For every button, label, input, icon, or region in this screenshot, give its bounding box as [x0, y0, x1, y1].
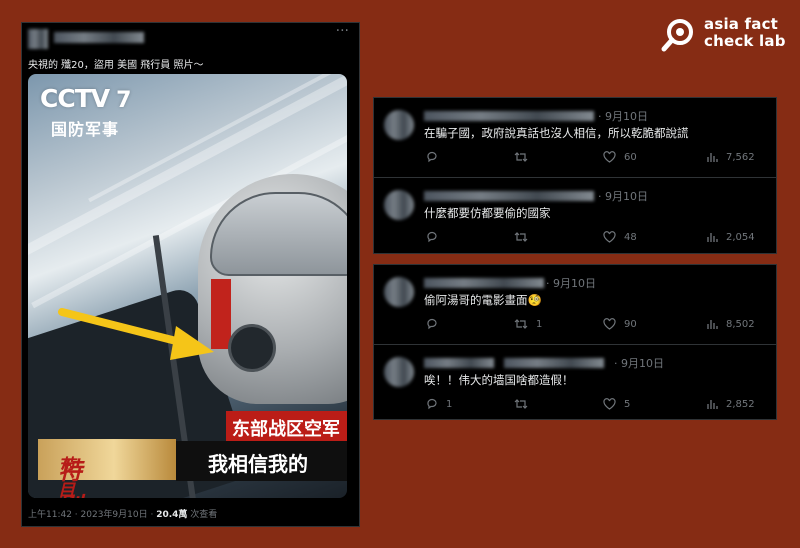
- tweet-text: 央視的 殲20，盜用 美國 飛行員 照片～: [28, 60, 204, 71]
- reply-date[interactable]: · 9月10日: [546, 275, 596, 291]
- like-button[interactable]: 5: [603, 398, 630, 410]
- more-options-icon[interactable]: ···: [336, 23, 349, 39]
- avatar[interactable]: [384, 110, 414, 140]
- username-blurred[interactable]: [424, 358, 494, 368]
- cctv-channel-name: 国防军事: [51, 120, 120, 139]
- tweet-media-image[interactable]: CCTV7 国防军事 东部战区空军 特别节目 我相信我的: [28, 74, 347, 498]
- reply-button[interactable]: [426, 231, 446, 243]
- reply-icon: [427, 151, 437, 163]
- username-blurred[interactable]: [424, 191, 594, 201]
- reply-text: 唉！！伟大的墙国啥都造假！: [424, 373, 574, 387]
- reply-date[interactable]: · 9月10日: [614, 355, 664, 371]
- views-chart-icon: [707, 233, 718, 242]
- heart-icon: [603, 151, 616, 163]
- views-button[interactable]: 7,562: [706, 151, 755, 163]
- reply-icon: [427, 318, 437, 330]
- heart-icon: [603, 231, 616, 243]
- brand-line-1: asia fact: [704, 15, 779, 33]
- heart-icon: [603, 398, 616, 410]
- caption-banner-bottom: 我相信我的: [176, 441, 347, 481]
- like-button[interactable]: 48: [603, 231, 637, 243]
- repost-icon: [514, 319, 528, 329]
- reply-actions: 60 7,562: [426, 151, 766, 165]
- views-chart-icon: [707, 320, 718, 329]
- reply-item: · 9月10日 偷阿湯哥的電影畫面🧐 1 90 8,502: [374, 265, 776, 343]
- views-chart-icon: [707, 153, 718, 162]
- reply-icon: [427, 231, 437, 243]
- views-button[interactable]: 2,054: [706, 231, 755, 243]
- like-button[interactable]: 90: [603, 318, 637, 330]
- caption-banner-top: 东部战区空军: [226, 411, 347, 441]
- view-count: 2,852: [726, 398, 755, 410]
- like-count: 60: [624, 151, 637, 163]
- username-blurred[interactable]: [424, 278, 544, 288]
- reply-item: · 9月10日 唉！！伟大的墙国啥都造假！ 1 5 2,852: [374, 345, 776, 423]
- avatar[interactable]: [384, 357, 414, 387]
- yellow-arrow-icon: [58, 308, 214, 360]
- special-program-banner: 特别节目: [38, 439, 176, 498]
- username-blurred[interactable]: [424, 111, 594, 121]
- reply-date[interactable]: · 9月10日: [598, 108, 648, 124]
- replies-panel-1: · 9月10日 在騙子國，政府說真話也沒人相信，所以乾脆都說謊 60 7,562…: [373, 97, 777, 254]
- reply-date[interactable]: · 9月10日: [598, 188, 648, 204]
- username-blurred[interactable]: [54, 32, 144, 43]
- reply-actions: 48 2,054: [426, 231, 766, 245]
- repost-icon: [514, 152, 528, 162]
- avatar[interactable]: [384, 277, 414, 307]
- views-chart-icon: [707, 400, 718, 409]
- reply-count: 1: [446, 398, 453, 410]
- cctv-logo: CCTV 7: [40, 84, 131, 113]
- views-button[interactable]: 8,502: [706, 318, 755, 330]
- emoji-monocle-icon: 🧐: [527, 293, 542, 307]
- avatar[interactable]: [28, 29, 48, 49]
- brand-line-2: check lab: [704, 32, 786, 50]
- tweet-card: ··· 央視的 殲20，盜用 美國 飛行員 照片～ CCTV 7 国防军事 东部战…: [21, 22, 360, 527]
- reply-item: · 9月10日 在騙子國，政府說真話也沒人相信，所以乾脆都說謊 60 7,562: [374, 98, 776, 176]
- heart-icon: [603, 318, 616, 330]
- tweet-meta: 上午11:42 · 2023年9月10日 · 20.4萬 次查看: [28, 510, 218, 520]
- asia-fact-check-lab-logo: asia fact check lab: [660, 16, 790, 56]
- reply-text: 偷阿湯哥的電影畫面🧐: [424, 293, 542, 307]
- repost-button[interactable]: 1: [514, 318, 542, 330]
- reply-button[interactable]: [426, 151, 446, 163]
- like-count: 90: [624, 318, 637, 330]
- reply-text: 什麼都要仿都要偷的國家: [424, 206, 551, 220]
- repost-button[interactable]: [514, 151, 528, 163]
- reply-actions: 1 90 8,502: [426, 318, 766, 332]
- reply-actions: 1 5 2,852: [426, 398, 766, 412]
- magnifier-logo-icon: [661, 19, 693, 52]
- repost-icon: [514, 399, 528, 409]
- views-button[interactable]: 2,852: [706, 398, 755, 410]
- username-handle-blurred: [504, 358, 604, 368]
- replies-panel-2: · 9月10日 偷阿湯哥的電影畫面🧐 1 90 8,502 · 9月10日 唉！…: [373, 264, 777, 420]
- view-count: 8,502: [726, 318, 755, 330]
- reply-item: · 9月10日 什麼都要仿都要偷的國家 48 2,054: [374, 178, 776, 256]
- like-count: 5: [624, 398, 631, 410]
- view-count: 7,562: [726, 151, 755, 163]
- reply-button[interactable]: [426, 318, 438, 330]
- repost-button[interactable]: [514, 398, 528, 410]
- repost-button[interactable]: [514, 231, 528, 243]
- like-button[interactable]: 60: [603, 151, 637, 163]
- reply-button[interactable]: 1: [426, 398, 452, 410]
- reply-text: 在騙子國，政府說真話也沒人相信，所以乾脆都說謊: [424, 126, 689, 140]
- repost-count: 1: [536, 318, 543, 330]
- view-count: 2,054: [726, 231, 755, 243]
- avatar[interactable]: [384, 190, 414, 220]
- reply-icon: [427, 398, 437, 410]
- repost-icon: [514, 232, 528, 242]
- like-count: 48: [624, 231, 637, 243]
